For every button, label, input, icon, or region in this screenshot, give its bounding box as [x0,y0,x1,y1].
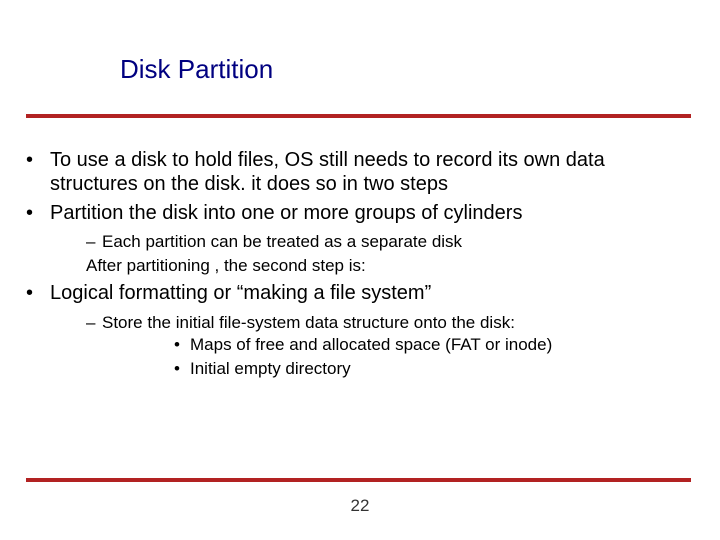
bullet-text: To use a disk to hold files, OS still ne… [50,149,605,195]
sub-list-item: Each partition can be treated as a separ… [86,231,691,253]
divider-bottom [26,478,691,482]
sub-list: Store the initial file-system data struc… [50,312,691,380]
sub-sub-bullet-text: Initial empty directory [190,359,351,378]
list-item: Partition the disk into one or more grou… [26,201,691,278]
page-number: 22 [0,496,720,516]
bullet-text: Partition the disk into one or more grou… [50,202,522,224]
sub-bullet-text: Store the initial file-system data struc… [102,313,515,332]
sub-bullet-text: Each partition can be treated as a separ… [102,232,462,251]
bullet-list: To use a disk to hold files, OS still ne… [26,148,691,380]
sub-list: Each partition can be treated as a separ… [50,231,691,277]
sub-sub-list-item: Maps of free and allocated space (FAT or… [174,334,691,356]
bullet-text: Logical formatting or “making a file sys… [50,282,431,304]
list-item: Logical formatting or “making a file sys… [26,281,691,380]
sub-bullet-text: After partitioning , the second step is: [86,256,366,275]
slide-title: Disk Partition [120,54,273,85]
sub-list-item: After partitioning , the second step is: [86,255,691,277]
slide: Disk Partition To use a disk to hold fil… [0,0,720,540]
slide-content: To use a disk to hold files, OS still ne… [26,148,691,384]
sub-sub-bullet-text: Maps of free and allocated space (FAT or… [190,335,552,354]
sub-list-item: Store the initial file-system data struc… [86,312,691,380]
sub-sub-list: Maps of free and allocated space (FAT or… [102,334,691,380]
sub-sub-list-item: Initial empty directory [174,358,691,380]
list-item: To use a disk to hold files, OS still ne… [26,148,691,197]
divider-top [26,114,691,118]
